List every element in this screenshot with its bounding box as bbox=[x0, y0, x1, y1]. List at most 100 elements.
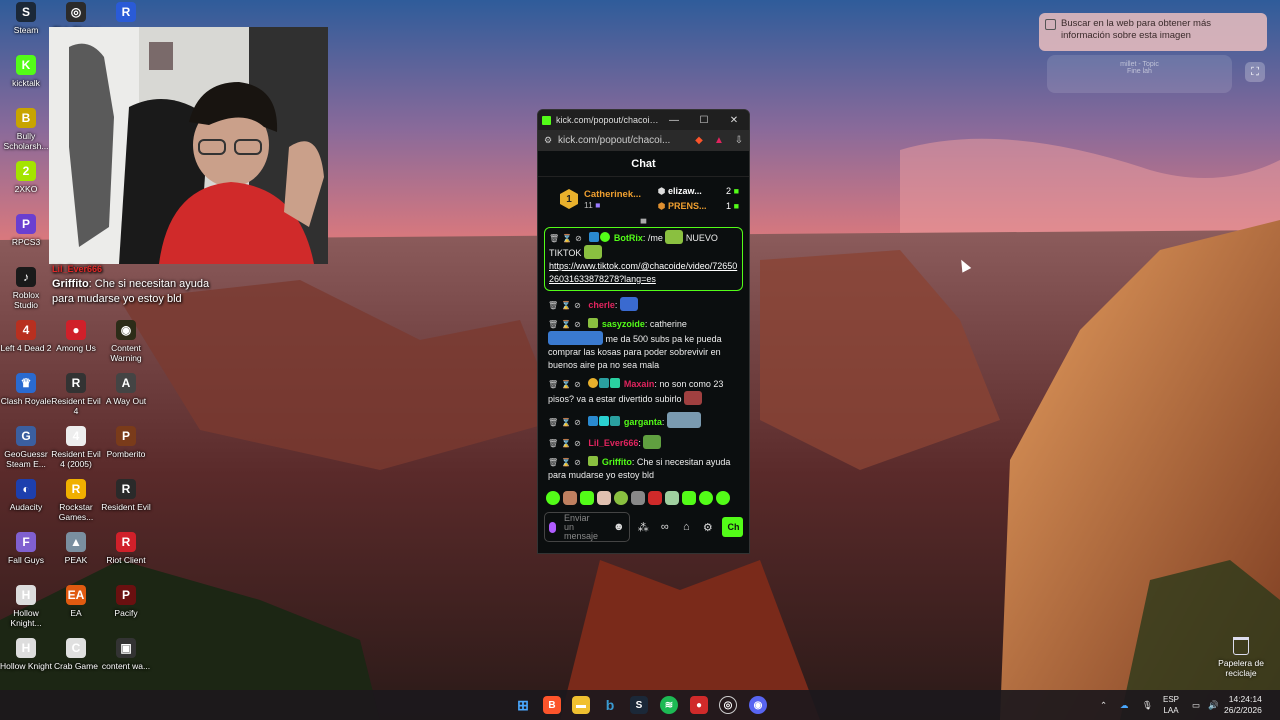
close-icon[interactable]: ✕ bbox=[719, 115, 749, 126]
chat-input[interactable]: Enviar un mensaje ☻ bbox=[544, 512, 630, 542]
volume-icon[interactable]: 🔊 bbox=[1208, 690, 1219, 720]
infinity-icon[interactable]: ∞ bbox=[657, 521, 673, 533]
emoji-icon[interactable]: ☻ bbox=[613, 521, 625, 532]
desktop-icon-roblox-app[interactable]: R bbox=[100, 2, 152, 25]
emote-icon[interactable] bbox=[546, 491, 560, 505]
chat-link[interactable]: https://www.tiktok.com/@chacoide/video/7… bbox=[549, 261, 737, 284]
desktop-icon-geoguessr[interactable]: G GeoGuessr Steam E... bbox=[0, 426, 52, 469]
mod-tools-icon[interactable]: 🗑⌛⊘ bbox=[548, 380, 584, 389]
desktop-icon-fallguys[interactable]: F Fall Guys bbox=[0, 532, 52, 565]
recycle-bin[interactable]: Papelera de reciclaje bbox=[1218, 637, 1264, 678]
emote-icon[interactable] bbox=[648, 491, 662, 505]
minimize-icon[interactable]: — bbox=[659, 115, 689, 126]
brave-browser-icon[interactable]: B bbox=[543, 696, 561, 714]
maximize-icon[interactable]: ☐ bbox=[689, 115, 719, 126]
leader-top-name[interactable]: Catherinek... bbox=[584, 189, 641, 200]
keyboard-language[interactable]: ESP LAA bbox=[1163, 694, 1179, 716]
spotify-icon[interactable]: ≋ bbox=[660, 696, 678, 714]
desktop-icon-clashroyale[interactable]: ♛ Clash Royale bbox=[0, 373, 52, 406]
chat-username[interactable]: Lil_Ever666 bbox=[588, 438, 638, 448]
desktop-icon-re[interactable]: R Resident Evil bbox=[100, 479, 152, 512]
desktop-icon-audacity[interactable]: ◐ Audacity bbox=[0, 479, 52, 512]
chat-username[interactable]: BotRix bbox=[614, 233, 643, 243]
leader-second-name[interactable]: elizaw... bbox=[668, 184, 726, 199]
cloud-icon[interactable]: ☁ bbox=[1120, 690, 1129, 720]
emote-icon[interactable] bbox=[563, 491, 577, 505]
chat-message[interactable]: 🗑⌛⊘ Lil_Ever666: bbox=[544, 433, 743, 454]
visual-search-tooltip[interactable]: Buscar en la web para obtener más inform… bbox=[1039, 13, 1267, 51]
desktop-icon-crabgame[interactable]: C Crab Game bbox=[50, 638, 102, 671]
emote-icon[interactable] bbox=[716, 491, 730, 505]
chat-username[interactable]: sasyzoide bbox=[602, 319, 645, 329]
settings-icon[interactable]: ⚙ bbox=[700, 521, 716, 534]
desktop-icon-re4[interactable]: R Resident Evil 4 bbox=[50, 373, 102, 416]
desktop-icon-left4dead2[interactable]: 4 Left 4 Dead 2 bbox=[0, 320, 52, 353]
desktop-icon-contentwa[interactable]: ▣ content wa... bbox=[100, 638, 152, 671]
store-icon[interactable]: ⌂ bbox=[679, 521, 695, 533]
url-field[interactable]: kick.com/popout/chacoi... bbox=[558, 135, 689, 146]
desktop-icon-pomberito[interactable]: P Pomberito bbox=[100, 426, 152, 459]
emote-icon[interactable] bbox=[631, 491, 645, 505]
discord-icon[interactable]: ◉ bbox=[749, 696, 767, 714]
mod-tools-icon[interactable]: 🗑⌛⊘ bbox=[548, 418, 584, 427]
media-widget[interactable]: millet - Topic Fine lah bbox=[1047, 55, 1232, 93]
desktop-icon-kicktalk[interactable]: Kkicktalk bbox=[0, 55, 52, 88]
steam-icon[interactable]: S bbox=[630, 696, 648, 714]
send-chat-button[interactable]: Ch bbox=[721, 517, 744, 537]
chat-username[interactable]: Maxain bbox=[624, 379, 655, 389]
emote-icon[interactable] bbox=[580, 491, 594, 505]
brave-shield-icon[interactable]: ◆ bbox=[689, 135, 709, 146]
desktop-icon-rockstar[interactable]: R Rockstar Games... bbox=[50, 479, 102, 522]
desktop-icon-contentwarning[interactable]: ◉ Content Warning bbox=[100, 320, 152, 363]
desktop-icon-amongus[interactable]: ● Among Us bbox=[50, 320, 102, 353]
mod-tools-icon[interactable]: 🗑⌛⊘ bbox=[548, 301, 584, 310]
leader-third-name[interactable]: PRENS... bbox=[668, 199, 726, 214]
obs-recording-icon[interactable]: ● bbox=[690, 696, 708, 714]
chat-message[interactable]: 🗑⌛⊘ cherle: bbox=[544, 295, 743, 316]
microphone-icon[interactable]: 🎙 bbox=[1142, 690, 1153, 720]
emote-icon[interactable] bbox=[682, 491, 696, 505]
obs-studio-icon[interactable]: ◎ bbox=[719, 696, 737, 714]
desktop-icon-riot[interactable]: R Riot Client bbox=[100, 532, 152, 565]
desktop-icon-bully[interactable]: B Bully Scholarsh... bbox=[0, 108, 52, 151]
site-settings-icon[interactable]: ⚙ bbox=[538, 135, 558, 146]
emote-icon[interactable] bbox=[665, 491, 679, 505]
desktop-icon-2xko[interactable]: 2 2XKO bbox=[0, 161, 52, 194]
chat-message[interactable]: 🗑⌛⊘ Griffito: Che si necesitan ayuda par… bbox=[544, 454, 743, 486]
chat-username[interactable]: cherle bbox=[588, 300, 615, 310]
share-icon[interactable]: ⁂ bbox=[636, 521, 652, 534]
lens-icon[interactable]: ⛶ bbox=[1245, 62, 1265, 82]
desktop-icon-ea[interactable]: EA EA bbox=[50, 585, 102, 618]
chat-message[interactable]: 🗑⌛⊘ BotRix: /me NUEVO TIKTOK https://www… bbox=[544, 227, 743, 291]
desktop-icon-roblox-studio[interactable]: ♪ Roblox Studio bbox=[0, 267, 52, 310]
chat-message[interactable]: 🗑⌛⊘ garganta: bbox=[544, 410, 743, 433]
desktop-icon-rpcs3[interactable]: P RPCS3 bbox=[0, 214, 52, 247]
file-explorer-icon[interactable]: ▬ bbox=[572, 696, 590, 714]
chat-message[interactable]: 🗑⌛⊘ sasyzoide: catherine me da 500 subs … bbox=[544, 316, 743, 376]
brave-rewards-icon[interactable]: ▲ bbox=[709, 135, 729, 146]
chat-username[interactable]: garganta bbox=[624, 417, 662, 427]
bing-icon[interactable]: b bbox=[601, 696, 619, 714]
emote-icon[interactable] bbox=[699, 491, 713, 505]
mic-icon[interactable] bbox=[549, 521, 556, 533]
download-icon[interactable]: ⇩ bbox=[729, 135, 749, 146]
mod-tools-icon[interactable]: 🗑⌛⊘ bbox=[548, 320, 584, 329]
chat-message[interactable]: 🗑⌛⊘ Maxain: no son como 23 pisos? va a e… bbox=[544, 376, 743, 410]
desktop-icon-re4-2005[interactable]: 4 Resident Evil 4 (2005) bbox=[50, 426, 102, 469]
desktop-icon-hollow2[interactable]: H Hollow Knight bbox=[0, 638, 52, 671]
emote-icon[interactable] bbox=[614, 491, 628, 505]
system-clock[interactable]: 14:24:14 26/2/2026 bbox=[1224, 694, 1262, 716]
mod-tools-icon[interactable]: 🗑⌛⊘ bbox=[549, 234, 585, 243]
desktop-icon-awayout[interactable]: A A Way Out bbox=[100, 373, 152, 406]
show-hidden-icons[interactable]: ⌃ bbox=[1100, 690, 1107, 720]
emote-icon[interactable] bbox=[597, 491, 611, 505]
desktop-icon-pacify[interactable]: P Pacify bbox=[100, 585, 152, 618]
mod-tools-icon[interactable]: 🗑⌛⊘ bbox=[548, 458, 584, 467]
windows-start-icon[interactable]: ⊞ bbox=[514, 696, 532, 714]
display-icon[interactable]: ▭ bbox=[1192, 690, 1200, 720]
desktop-icon-peak[interactable]: ▲ PEAK bbox=[50, 532, 102, 565]
desktop-icon-hollow1[interactable]: H Hollow Knight... bbox=[0, 585, 52, 628]
desktop-icon-steam[interactable]: S Steam bbox=[0, 2, 52, 35]
chat-username[interactable]: Griffito bbox=[602, 457, 632, 467]
mod-tools-icon[interactable]: 🗑⌛⊘ bbox=[548, 439, 584, 448]
